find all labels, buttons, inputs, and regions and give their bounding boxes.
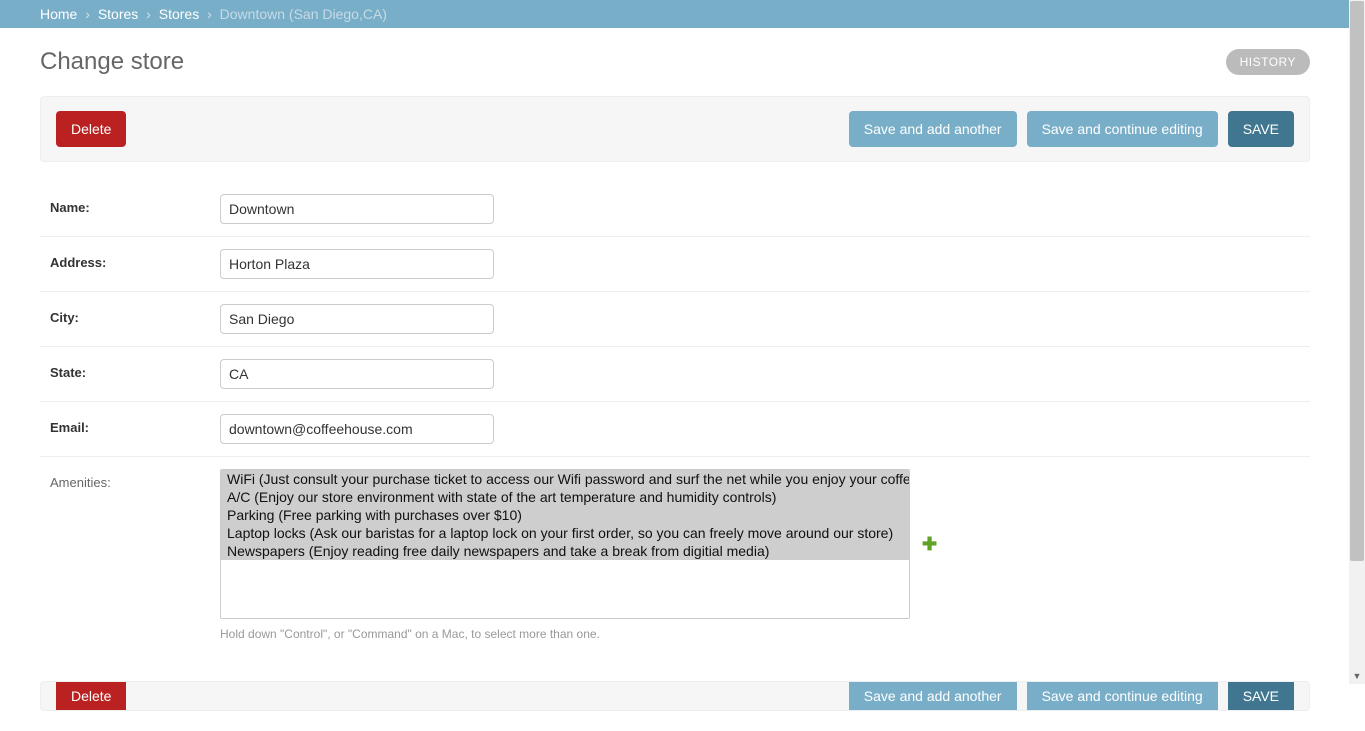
breadcrumb-stores2[interactable]: Stores — [159, 6, 199, 22]
address-input[interactable] — [220, 249, 494, 279]
form-row-name: Name: — [40, 182, 1310, 237]
form-row-city: City: — [40, 292, 1310, 347]
form-row-amenities: Amenities: WiFi (Just consult your purch… — [40, 457, 1310, 661]
vertical-scrollbar[interactable]: ▲ ▼ — [1349, 0, 1365, 684]
breadcrumb: Home › Stores › Stores › Downtown (San D… — [0, 0, 1350, 28]
breadcrumb-sep: › — [207, 6, 212, 22]
email-input[interactable] — [220, 414, 494, 444]
form-row-address: Address: — [40, 237, 1310, 292]
name-input[interactable] — [220, 194, 494, 224]
breadcrumb-stores1[interactable]: Stores — [98, 6, 138, 22]
save-button-bottom[interactable]: SAVE — [1228, 681, 1294, 711]
save-continue-button-bottom[interactable]: Save and continue editing — [1027, 681, 1218, 711]
form-row-state: State: — [40, 347, 1310, 402]
label-state: State: — [50, 359, 220, 380]
scrollbar-thumb[interactable] — [1350, 1, 1364, 561]
save-add-another-button[interactable]: Save and add another — [849, 111, 1017, 147]
amenities-help-text: Hold down "Control", or "Command" on a M… — [220, 627, 937, 641]
amenity-option[interactable]: Laptop locks (Ask our baristas for a lap… — [221, 524, 909, 542]
action-bar-top: Delete Save and add another Save and con… — [40, 96, 1310, 162]
label-amenities: Amenities: — [50, 469, 220, 490]
history-button[interactable]: HISTORY — [1226, 49, 1310, 75]
city-input[interactable] — [220, 304, 494, 334]
save-button[interactable]: SAVE — [1228, 111, 1294, 147]
form-row-email: Email: — [40, 402, 1310, 457]
amenity-option[interactable]: Newspapers (Enjoy reading free daily new… — [221, 542, 909, 560]
action-bar-bottom: Delete Save and add another Save and con… — [40, 681, 1310, 711]
save-add-another-button-bottom[interactable]: Save and add another — [849, 681, 1017, 711]
add-related-icon[interactable]: ✚ — [922, 534, 937, 555]
breadcrumb-home[interactable]: Home — [40, 6, 77, 22]
breadcrumb-sep: › — [146, 6, 151, 22]
label-email: Email: — [50, 414, 220, 435]
delete-button[interactable]: Delete — [56, 111, 126, 147]
delete-button-bottom[interactable]: Delete — [56, 681, 126, 711]
label-city: City: — [50, 304, 220, 325]
amenity-option[interactable]: A/C (Enjoy our store environment with st… — [221, 488, 909, 506]
amenity-option[interactable]: Parking (Free parking with purchases ove… — [221, 506, 909, 524]
breadcrumb-sep: › — [85, 6, 90, 22]
amenity-option[interactable]: WiFi (Just consult your purchase ticket … — [221, 470, 909, 488]
page-title: Change store — [40, 48, 184, 76]
state-input[interactable] — [220, 359, 494, 389]
scroll-down-arrow[interactable]: ▼ — [1349, 668, 1365, 684]
save-continue-button[interactable]: Save and continue editing — [1027, 111, 1218, 147]
amenities-select[interactable]: WiFi (Just consult your purchase ticket … — [220, 469, 910, 619]
label-name: Name: — [50, 194, 220, 215]
label-address: Address: — [50, 249, 220, 270]
breadcrumb-current: Downtown (San Diego,CA) — [220, 6, 387, 22]
